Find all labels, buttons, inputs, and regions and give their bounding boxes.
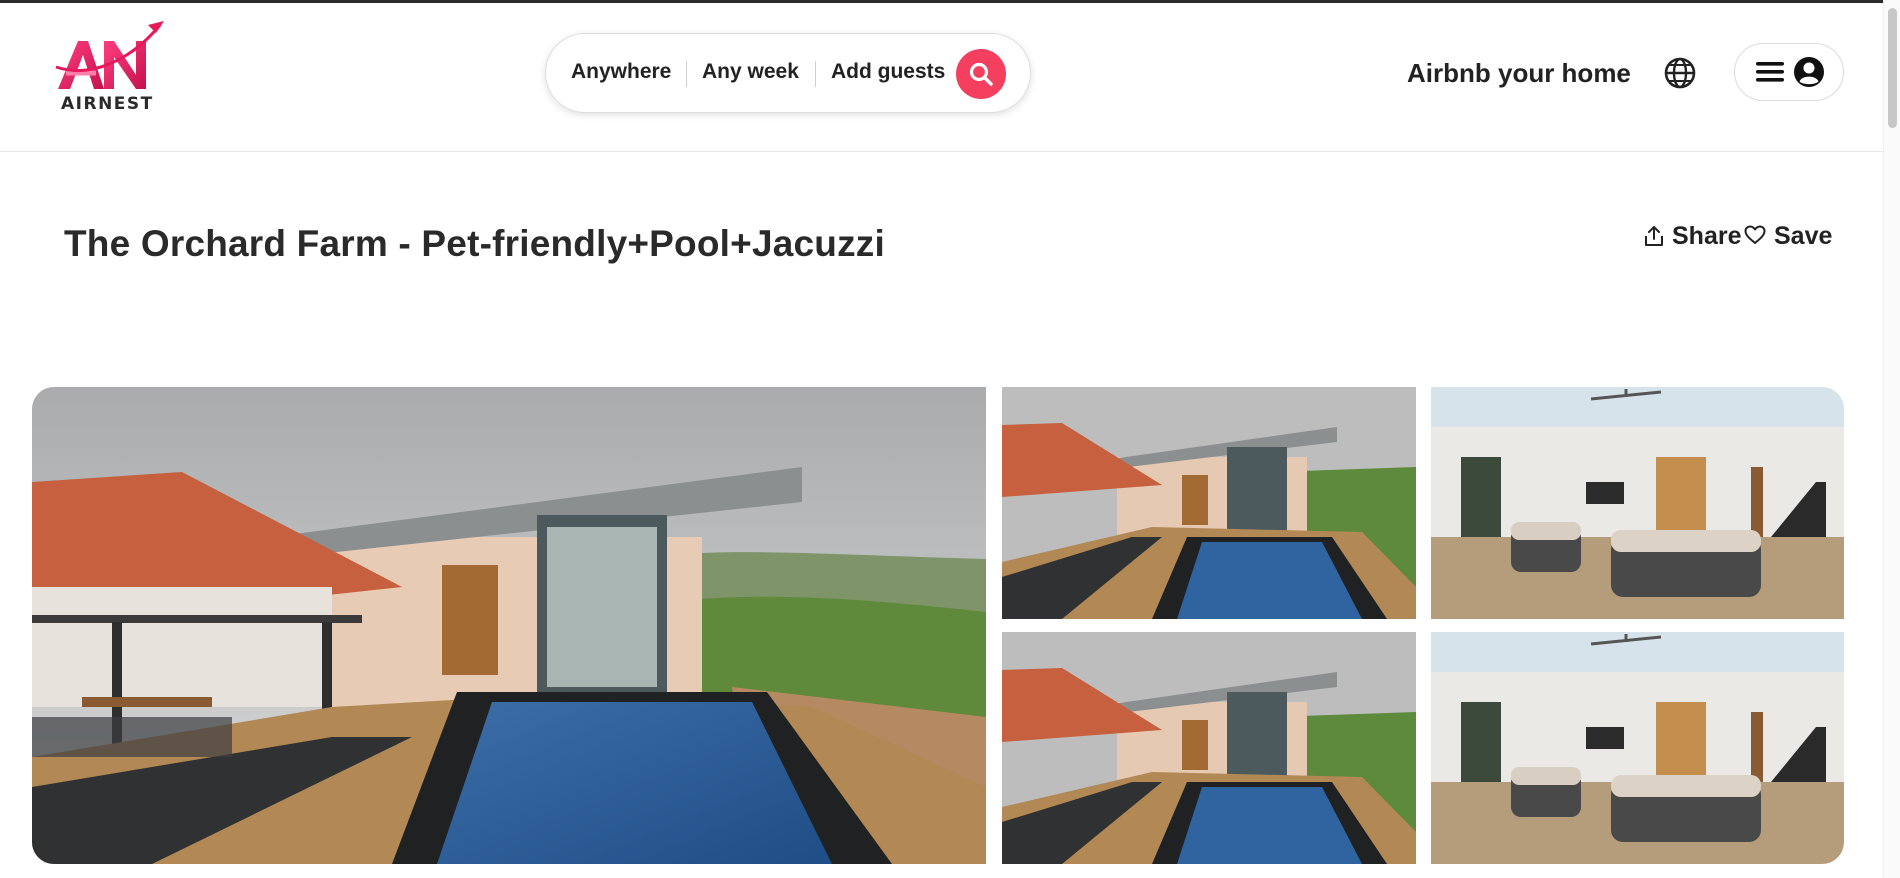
search-location[interactable]: Anywhere <box>571 60 671 84</box>
gallery-photo-2[interactable] <box>1002 387 1416 619</box>
gallery-photo-main[interactable] <box>32 387 986 864</box>
villa-pool-photo <box>1002 387 1416 619</box>
gallery-photo-3[interactable] <box>1431 387 1844 619</box>
search-bar[interactable]: Anywhere Any week Add guests <box>545 33 1031 113</box>
user-circle-icon <box>1794 57 1824 87</box>
page-scrollbar[interactable] <box>1883 0 1900 878</box>
globe-icon <box>1664 57 1696 89</box>
living-room-photo <box>1431 632 1844 864</box>
photo-gallery <box>32 387 1844 864</box>
search-divider <box>686 61 687 87</box>
gallery-photo-4[interactable] <box>1002 632 1416 864</box>
brand-name: AIRNEST <box>61 94 154 114</box>
airnest-logo[interactable]: AIRNEST <box>52 19 167 115</box>
logo-mark-icon <box>55 21 164 89</box>
host-your-home-link[interactable]: Airbnb your home <box>1407 58 1631 89</box>
heart-icon <box>1744 225 1766 244</box>
villa-pool-photo <box>32 387 986 864</box>
site-header: AIRNEST Anywhere Any week Add guests Air… <box>0 3 1884 152</box>
living-room-photo <box>1431 387 1844 619</box>
user-menu-button[interactable] <box>1734 43 1844 101</box>
listing-title: The Orchard Farm - Pet-friendly+Pool+Jac… <box>64 223 885 264</box>
search-dates[interactable]: Any week <box>702 60 799 84</box>
search-guests[interactable]: Add guests <box>831 60 945 84</box>
villa-pool-photo <box>1002 632 1416 864</box>
scrollbar-thumb[interactable] <box>1888 8 1897 128</box>
language-button[interactable] <box>1663 56 1697 90</box>
share-label: Share <box>1672 222 1742 250</box>
save-label: Save <box>1774 222 1833 250</box>
search-icon <box>969 62 993 86</box>
search-button[interactable] <box>956 49 1006 99</box>
hamburger-menu-icon <box>1756 62 1784 82</box>
gallery-photo-5[interactable] <box>1431 632 1844 864</box>
share-icon <box>1645 226 1663 246</box>
search-divider <box>815 61 816 87</box>
